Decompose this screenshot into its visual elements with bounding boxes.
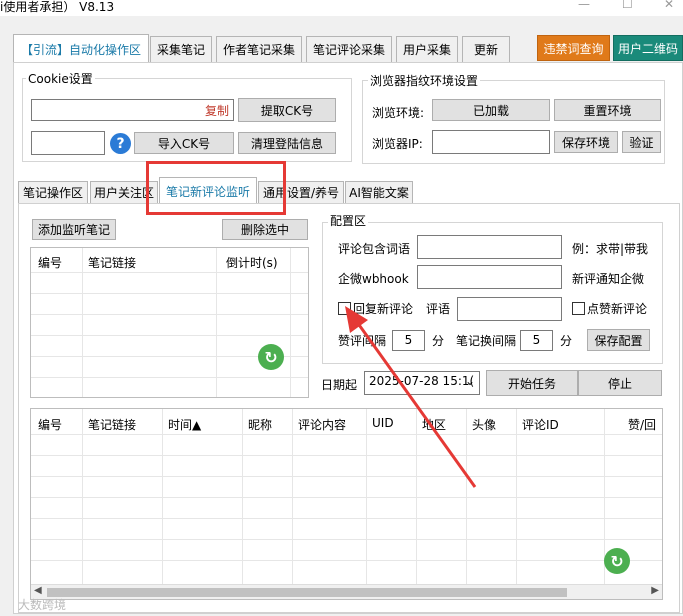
annotation-arrow xyxy=(345,306,477,488)
watermark: 大数跨境 xyxy=(18,598,67,612)
